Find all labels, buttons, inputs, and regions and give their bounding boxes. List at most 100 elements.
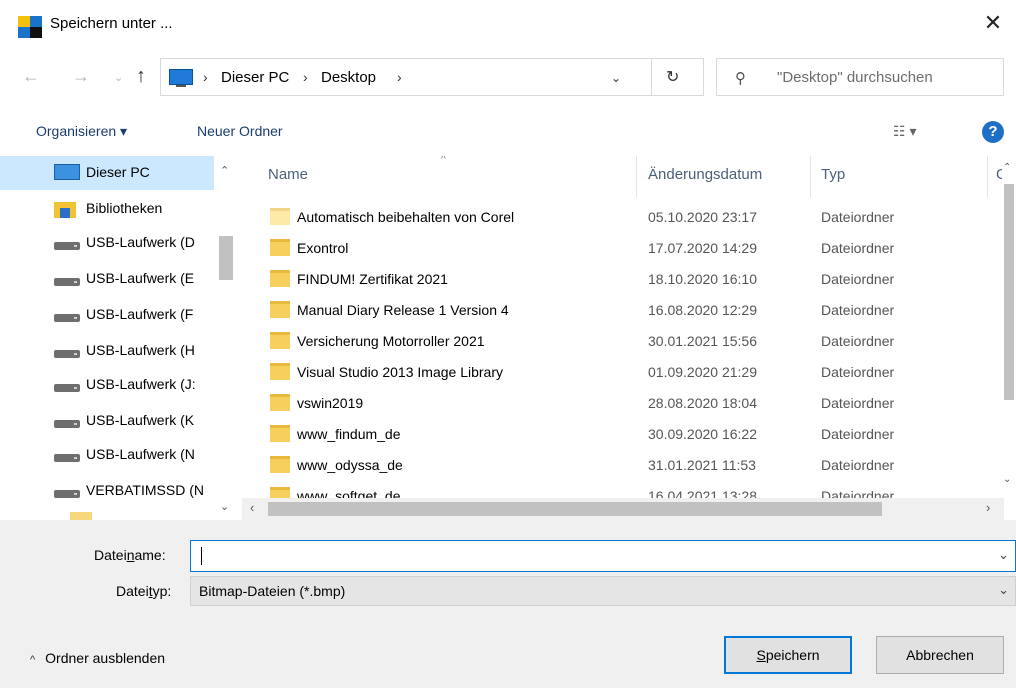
cancel-button[interactable]: Abbrechen [876,636,1004,674]
scrollbar-thumb[interactable] [219,236,233,280]
file-type: Dateiordner [821,426,895,442]
file-date: 01.09.2020 21:29 [648,364,757,380]
folder-icon [270,301,290,318]
drive-icon [54,490,80,498]
recent-locations-chevron-icon[interactable]: ⌄ [114,71,123,84]
search-icon: ⚲ [735,70,746,87]
column-header-date[interactable]: Änderungsdatum [648,166,762,183]
breadcrumb-dieser-pc[interactable]: Dieser PC [221,69,289,86]
chevron-down-icon[interactable]: ⌄ [998,547,1009,563]
filename-input[interactable]: ⌄ [190,540,1016,572]
file-row[interactable]: www_findum_de 30.09.2020 16:22 Dateiordn… [242,419,1002,450]
scroll-down-icon[interactable]: ⌄ [1003,474,1011,485]
scroll-left-icon[interactable]: ‹ [250,500,254,515]
drive-icon [54,454,80,462]
back-arrow-icon[interactable]: ← [22,66,40,87]
file-date: 28.08.2020 18:04 [648,395,757,411]
file-type: Dateiordner [821,395,895,411]
chevron-up-icon: ^ [30,654,36,666]
help-icon[interactable]: ? [982,121,1004,143]
file-date: 16.04.2021 13:28 [648,488,757,498]
file-name: vswin2019 [297,395,364,411]
tree-item-dieser-pc[interactable]: Dieser PC [0,156,214,190]
tree-item-label: USB-Laufwerk (H [86,342,195,358]
view-options-icon[interactable]: ☷ ▾ [893,123,916,140]
drive-icon [54,420,80,428]
organize-menu-button[interactable]: Organisieren ▾ [36,123,127,140]
window-title: Speichern unter ... [50,15,173,32]
breadcrumb-separator-icon[interactable]: › [397,69,402,85]
tree-item-label: USB-Laufwerk (D [86,234,195,250]
tree-item-label: Bibliotheken [86,200,163,216]
scroll-up-icon[interactable]: ⌃ [220,164,229,177]
tree-item-usb-drive[interactable]: USB-Laufwerk (E [0,262,214,296]
scroll-up-icon[interactable]: ⌃ [1003,162,1011,173]
column-divider[interactable] [810,156,811,198]
folder-icon [270,456,290,473]
sort-ascending-icon: ^ [441,156,446,165]
filetype-select[interactable]: Bitmap-Dateien (*.bmp) ⌄ [190,576,1016,606]
command-bar: Organisieren ▾ Neuer Ordner ☷ ▾ ? [0,115,1016,147]
up-arrow-icon[interactable]: ↑ [136,65,146,88]
tree-item-usb-drive[interactable]: USB-Laufwerk (J: [0,368,214,402]
breadcrumb-desktop[interactable]: Desktop [321,69,376,86]
tree-item-usb-drive[interactable]: USB-Laufwerk (K [0,404,214,438]
app-icon [18,16,42,38]
address-dropdown-icon[interactable]: ⌄ [611,71,621,85]
drive-icon [54,314,80,322]
close-button[interactable]: ✕ [970,0,1016,46]
computer-icon [54,164,80,180]
file-row[interactable]: Automatisch beibehalten von Corel 05.10.… [242,202,1002,233]
file-row[interactable]: FINDUM! Zertifikat 2021 18.10.2020 16:10… [242,264,1002,295]
file-list-vertical-scrollbar[interactable]: ⌃ ⌄ [1002,156,1016,496]
tree-item-usb-drive[interactable]: USB-Laufwerk (D [0,226,214,260]
file-list-horizontal-scrollbar[interactable]: ‹ › [242,498,1004,520]
forward-arrow-icon[interactable]: → [72,66,90,87]
search-input[interactable]: ⚲ "Desktop" durchsuchen [716,58,1004,96]
refresh-icon[interactable]: ↻ [666,67,679,87]
folder-icon [270,425,290,442]
filename-label: Dateiname: [94,547,166,563]
column-divider[interactable] [636,156,637,198]
tree-item-usb-drive[interactable]: USB-Laufwerk (N [0,438,214,472]
hide-folders-toggle[interactable]: ^ Ordner ausblenden [30,650,165,666]
navigation-scrollbar[interactable]: ⌃ ⌄ [214,156,238,520]
file-row[interactable]: Visual Studio 2013 Image Library 01.09.2… [242,357,1002,388]
tree-item-label: USB-Laufwerk (N [86,446,195,462]
scroll-down-icon[interactable]: ⌄ [220,500,229,513]
file-row[interactable]: Versicherung Motorroller 2021 30.01.2021… [242,326,1002,357]
tree-item-label: USB-Laufwerk (E [86,270,195,286]
tree-item-usb-drive[interactable]: USB-Laufwerk (H [0,334,214,368]
scroll-right-icon[interactable]: › [986,500,990,515]
breadcrumb-separator-icon[interactable]: › [303,69,308,85]
folder-icon [270,208,290,225]
file-row[interactable]: vswin2019 28.08.2020 18:04 Dateiordner [242,388,1002,419]
scrollbar-thumb[interactable] [268,502,882,516]
scrollbar-thumb[interactable] [1004,184,1014,400]
file-type: Dateiordner [821,302,895,318]
file-name: Automatisch beibehalten von Corel [297,209,515,225]
tree-item-verbatim-ssd[interactable]: VERBATIMSSD (N [0,474,214,508]
address-bar[interactable]: › Dieser PC › Desktop › ⌄ ↻ [160,58,704,96]
folder-icon [270,239,290,256]
computer-icon [169,69,193,87]
tree-item-usb-drive[interactable]: USB-Laufwerk (F [0,298,214,332]
column-divider[interactable] [987,156,988,198]
tree-item-label: USB-Laufwerk (J: [86,376,196,392]
breadcrumb-separator-icon[interactable]: › [203,69,208,85]
library-icon [54,202,76,218]
save-button[interactable]: Speichern [724,636,852,674]
file-row[interactable]: www_odyssa_de 31.01.2021 11:53 Dateiordn… [242,450,1002,481]
column-header-name[interactable]: Name [268,166,308,183]
folder-icon [270,487,290,498]
text-caret [201,547,202,565]
file-row[interactable]: Manual Diary Release 1 Version 4 16.08.2… [242,295,1002,326]
file-type: Dateiordner [821,240,895,256]
new-folder-button[interactable]: Neuer Ordner [197,123,283,139]
file-row[interactable]: Exontrol 17.07.2020 14:29 Dateiordner [242,233,1002,264]
file-row[interactable]: www_softget_de 16.04.2021 13:28 Dateiord… [242,481,1002,498]
column-header-type[interactable]: Typ [821,166,845,183]
filetype-value: Bitmap-Dateien (*.bmp) [199,583,346,599]
file-date: 31.01.2021 11:53 [648,457,756,473]
tree-item-bibliotheken[interactable]: Bibliotheken [0,192,214,226]
